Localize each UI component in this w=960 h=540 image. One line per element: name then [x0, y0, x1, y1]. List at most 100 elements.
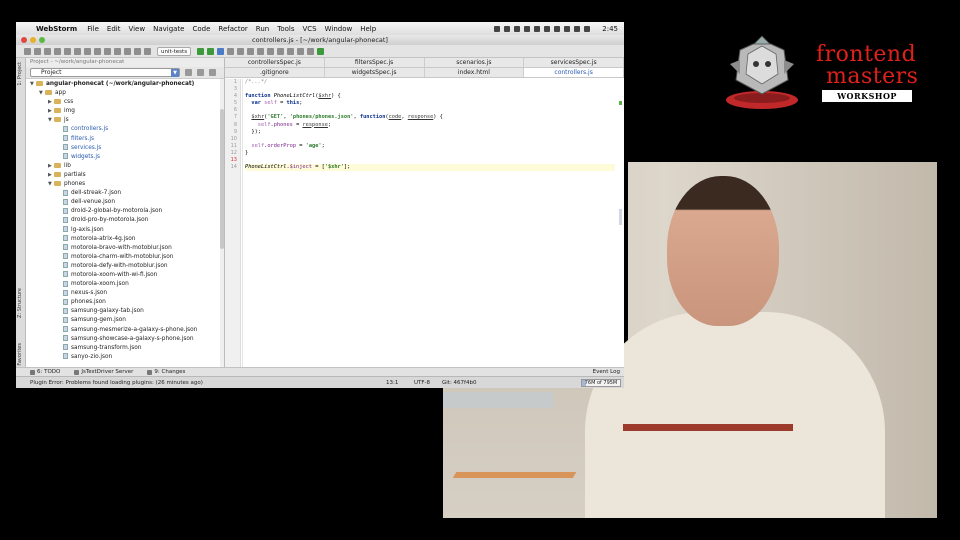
tree-folder[interactable]: ▶ css	[26, 98, 224, 107]
menu-navigate[interactable]: Navigate	[153, 25, 184, 33]
tree-folder[interactable]: ▼ angular-phonecat (~/work/angular-phonec…	[26, 80, 224, 89]
paste-icon[interactable]	[94, 47, 101, 55]
battery-icon[interactable]	[584, 25, 591, 32]
tree-file[interactable]: nexus-s.json	[26, 289, 224, 298]
settings-icon[interactable]	[277, 47, 285, 55]
tree-folder[interactable]: ▼ js	[26, 116, 224, 125]
tree-file[interactable]: controllers.js	[26, 125, 224, 134]
volume-icon[interactable]	[574, 25, 581, 32]
tree-file[interactable]: motorola-charm-with-motoblur.json	[26, 253, 224, 262]
structure-tool-tab[interactable]: Z: Structure	[17, 288, 23, 318]
open-icon[interactable]	[24, 47, 31, 55]
tree-file[interactable]: samsung-gem.json	[26, 316, 224, 325]
back-icon[interactable]	[124, 47, 131, 55]
menu-file[interactable]: File	[87, 25, 99, 33]
tab-servicesspec[interactable]: servicesSpec.js	[524, 58, 624, 67]
tree-file[interactable]: motorola-bravo-with-motoblur.json	[26, 244, 224, 253]
git-branch[interactable]: Git: 467f4b0	[442, 380, 502, 386]
terminal-icon[interactable]	[297, 47, 305, 55]
close-window-icon[interactable]	[21, 37, 27, 43]
tree-file[interactable]: motorola-xoom.json	[26, 280, 224, 289]
copy-icon[interactable]	[84, 47, 91, 55]
cut-icon[interactable]	[74, 47, 81, 55]
tree-file[interactable]: samsung-galaxy-tab.json	[26, 307, 224, 316]
changes-tool-tab[interactable]: 9: Changes	[147, 369, 185, 375]
tree-folder[interactable]: ▼ app	[26, 89, 224, 98]
tab-widgetsspec[interactable]: widgetsSpec.js	[325, 68, 425, 77]
menu-window[interactable]: Window	[325, 25, 353, 33]
minimize-window-icon[interactable]	[30, 37, 36, 43]
time-machine-icon[interactable]	[544, 25, 551, 32]
menu-app-name[interactable]: WebStorm	[36, 25, 77, 33]
tree-file[interactable]: samsung-transform.json	[26, 344, 224, 353]
file-encoding[interactable]: UTF-8	[414, 380, 442, 386]
tab-scenarios[interactable]: scenarios.js	[425, 58, 525, 67]
tree-file[interactable]: motorola-xoom-with-wi-fi.json	[26, 271, 224, 280]
replace-icon[interactable]	[114, 47, 121, 55]
plugin-icon[interactable]	[317, 47, 325, 55]
build-icon[interactable]	[144, 47, 151, 55]
tree-folder[interactable]: ▶ img	[26, 107, 224, 116]
menu-edit[interactable]: Edit	[107, 25, 121, 33]
run-config-dropdown[interactable]: unit-tests	[157, 46, 192, 56]
run-icon[interactable]	[197, 47, 205, 55]
vcs-history-icon[interactable]	[257, 47, 265, 55]
tree-file[interactable]: droid-pro-by-motorola.json	[26, 216, 224, 225]
project-structure-icon[interactable]	[287, 47, 295, 55]
editor-scrollbar-thumb[interactable]	[619, 209, 622, 225]
menu-view[interactable]: View	[128, 25, 145, 33]
record-icon[interactable]	[504, 25, 511, 32]
tab-gitignore[interactable]: .gitignore	[225, 68, 325, 77]
redo-icon[interactable]	[64, 47, 71, 55]
project-tool-tab[interactable]: 1: Project	[17, 62, 23, 86]
find-icon[interactable]	[104, 47, 111, 55]
todo-tool-tab[interactable]: 6: TODO	[30, 369, 60, 375]
forward-icon[interactable]	[134, 47, 141, 55]
tree-file[interactable]: phones.json	[26, 298, 224, 307]
event-log-tool-tab[interactable]: Event Log	[593, 369, 620, 375]
menubar-clock[interactable]: 2:45	[602, 25, 618, 33]
cloud-icon[interactable]	[534, 25, 541, 32]
code-content[interactable]: /*...*/ function PhoneListCtrl($xhr) { v…	[245, 79, 615, 178]
wifi-icon[interactable]	[564, 25, 571, 32]
vcs-update-icon[interactable]	[227, 47, 235, 55]
project-view-selector[interactable]: Project ▼	[30, 68, 180, 77]
status-message[interactable]: Plugin Error: Problems found loading plu…	[30, 380, 386, 386]
menu-refactor[interactable]: Refactor	[218, 25, 247, 33]
bluetooth-icon[interactable]	[554, 25, 561, 32]
tree-file[interactable]: sanyo-zio.json	[26, 353, 224, 362]
tab-filtersspec[interactable]: filtersSpec.js	[325, 58, 425, 67]
vcs-commit-icon[interactable]	[237, 47, 245, 55]
dropbox-icon[interactable]	[524, 25, 531, 32]
menu-code[interactable]: Code	[193, 25, 211, 33]
vcs-revert-icon[interactable]	[267, 47, 275, 55]
zoom-window-icon[interactable]	[39, 37, 45, 43]
scroll-from-source-icon[interactable]	[197, 69, 204, 76]
tree-file[interactable]: droid-2-global-by-motorola.json	[26, 207, 224, 216]
tree-folder[interactable]: ▶ partials	[26, 171, 224, 180]
editor-ok-marker[interactable]	[619, 101, 622, 105]
tree-file[interactable]: services.js	[26, 144, 224, 153]
panel-settings-icon[interactable]	[209, 69, 216, 76]
tab-controllers[interactable]: controllers.js	[524, 68, 624, 77]
tree-folder[interactable]: ▶ lib	[26, 162, 224, 171]
menu-help[interactable]: Help	[360, 25, 376, 33]
tab-index-html[interactable]: index.html	[425, 68, 525, 77]
menu-run[interactable]: Run	[256, 25, 269, 33]
sync-icon[interactable]	[44, 47, 51, 55]
memory-indicator[interactable]: 76M of 795M	[581, 378, 621, 387]
tree-file[interactable]: lg-axis.json	[26, 226, 224, 235]
menu-tools[interactable]: Tools	[277, 25, 294, 33]
debug-icon[interactable]	[207, 47, 215, 55]
menu-vcs[interactable]: VCS	[302, 25, 316, 33]
tree-file[interactable]: dell-streak-7.json	[26, 189, 224, 198]
tree-file[interactable]: motorola-atrix-4g.json	[26, 235, 224, 244]
tree-file[interactable]: widgets.js	[26, 153, 224, 162]
code-area[interactable]: 1 3 4 5 6 7 8 9 10 11 12 13 14 /*...*/ function Phon…	[225, 79, 624, 376]
tree-file[interactable]: filters.js	[26, 135, 224, 144]
help-icon[interactable]	[307, 47, 315, 55]
project-scrollbar-thumb[interactable]	[220, 109, 224, 249]
tree-folder[interactable]: ▼ phones	[26, 180, 224, 189]
coverage-icon[interactable]	[217, 47, 225, 55]
display-icon[interactable]	[514, 25, 521, 32]
